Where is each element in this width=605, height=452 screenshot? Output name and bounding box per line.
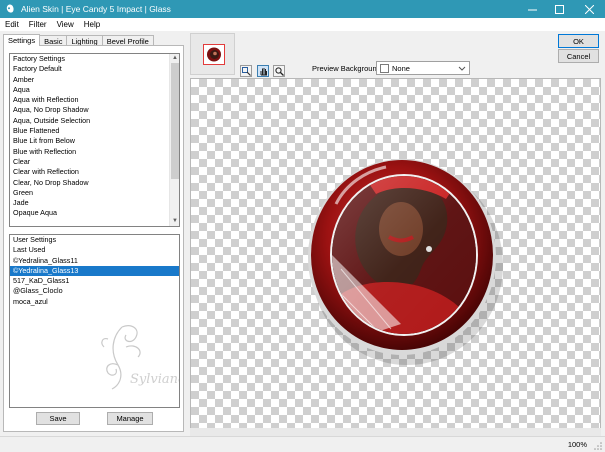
list-item[interactable]: @Glass_Cloclo [10,286,179,296]
list-item[interactable]: Last Used [10,245,179,255]
preview-background-select[interactable]: None [376,61,470,75]
menu-bar: Edit Filter View Help [0,18,605,31]
hand-icon [260,67,267,75]
navigator-thumbnail[interactable] [190,33,235,75]
window-title: Alien Skin | Eye Candy 5 Impact | Glass [21,4,171,14]
ok-button[interactable]: OK [558,34,599,48]
status-bar: 100% [0,436,605,452]
list-item[interactable]: Blue Flattened [10,126,169,136]
scroll-up-icon[interactable]: ▲ [170,54,179,63]
title-bar: Alien Skin | Eye Candy 5 Impact | Glass [0,0,605,18]
preview-horizontal-scrollbar[interactable] [190,428,601,436]
scroll-down-icon[interactable]: ▼ [170,217,179,226]
preview-background-label: Preview Background: [312,64,383,73]
scrollbar-thumb[interactable] [171,63,179,179]
user-settings-items: User Settings Last Used ©Yedralina_Glass… [10,235,179,307]
list-item[interactable]: Aqua, No Drop Shadow [10,105,169,115]
maximize-icon [555,4,564,14]
chevron-down-icon [458,66,466,71]
user-settings-list[interactable]: User Settings Last Used ©Yedralina_Glass… [9,234,180,408]
close-button[interactable] [573,0,605,18]
preview-background-value: None [392,63,410,73]
app-icon [6,4,14,13]
tab-settings[interactable]: Settings [3,34,41,46]
watermark-logo: Sylviane [101,325,180,390]
menu-view[interactable]: View [57,20,74,29]
manage-button[interactable]: Manage [107,412,153,425]
zoom-level: 100% [567,440,587,449]
list-item[interactable]: ©Yedralina_Glass11 [10,256,179,266]
thumbnail-image [207,47,221,62]
navigator-viewport[interactable] [203,44,225,65]
list-item[interactable]: Blue Lit from Below [10,136,169,146]
list-item[interactable]: Amber [10,75,169,85]
hand-tool[interactable] [257,65,269,77]
list-item[interactable]: Green [10,188,169,198]
magnifier-icon [274,66,284,76]
menu-help[interactable]: Help [84,20,100,29]
list-item[interactable]: Clear [10,157,169,167]
resize-grip-icon[interactable] [593,441,603,451]
factory-settings-header: Factory Settings [13,54,65,63]
close-icon [584,4,594,14]
list-item[interactable]: Jade [10,198,169,208]
list-item[interactable]: Aqua, Outside Selection [10,116,169,126]
factory-settings-list[interactable]: Factory Settings Factory Default Amber A… [9,53,180,227]
list-item-selected[interactable]: ©Yedralina_Glass13 [10,265,179,277]
zoom-tool[interactable] [273,65,285,77]
preview-canvas[interactable] [190,78,601,436]
save-button[interactable]: Save [36,412,80,425]
list-item[interactable]: Opaque Aqua [10,208,169,218]
minimize-icon [528,9,537,10]
zoom-rect-icon [241,66,251,76]
svg-text:Sylviane: Sylviane [130,372,180,387]
zoom-rect-tool[interactable] [240,65,252,77]
list-item[interactable]: Clear with Reflection [10,167,169,177]
menu-filter[interactable]: Filter [29,20,47,29]
factory-settings-items: Factory Settings Factory Default Amber A… [10,54,169,219]
minimize-button[interactable] [519,0,546,18]
list-item[interactable]: Aqua [10,85,169,95]
list-item[interactable]: Factory Default [10,64,169,74]
list-item[interactable]: 517_KaD_Glass1 [10,276,179,286]
cancel-button[interactable]: Cancel [558,49,599,63]
user-settings-header: User Settings [13,235,57,244]
list-item[interactable]: Aqua with Reflection [10,95,169,105]
background-swatch [380,63,389,73]
factory-list-scrollbar[interactable]: ▲ ▼ [169,54,179,226]
list-item[interactable]: moca_azul [10,297,179,307]
window-controls [519,0,605,18]
maximize-button[interactable] [546,0,573,18]
list-item[interactable]: Clear, No Drop Shadow [10,178,169,188]
glass-effect-preview [308,159,503,365]
menu-edit[interactable]: Edit [5,20,19,29]
list-item[interactable]: Blue with Reflection [10,147,169,157]
